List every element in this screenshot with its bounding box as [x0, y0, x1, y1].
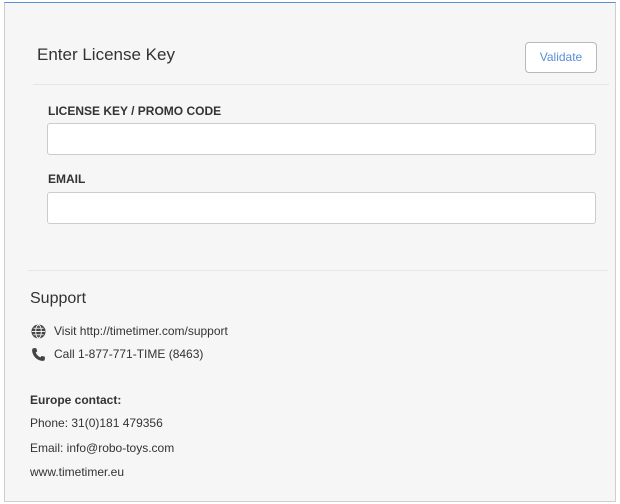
validate-button[interactable]: Validate — [525, 42, 597, 73]
globe-icon — [30, 323, 46, 339]
support-web-row: Visit http://timetimer.com/support — [30, 322, 228, 340]
europe-email: Email: info@robo-toys.com — [30, 441, 175, 455]
license-card-title: Enter License Key — [37, 45, 175, 64]
europe-contact-heading: Europe contact: — [30, 393, 122, 407]
email-input[interactable] — [47, 192, 596, 224]
license-key-label: LICENSE KEY / PROMO CODE — [48, 104, 222, 118]
support-phone-text: Call 1-877-771-TIME (8463) — [54, 347, 204, 361]
support-title: Support — [30, 290, 87, 307]
email-label: EMAIL — [48, 172, 86, 186]
license-key-input[interactable] — [47, 123, 596, 155]
europe-website: www.timetimer.eu — [30, 465, 125, 479]
license-card-header: Enter License Key Validate — [33, 27, 609, 85]
support-phone-row: Call 1-877-771-TIME (8463) — [30, 345, 203, 363]
phone-icon — [30, 346, 46, 362]
section-divider — [28, 270, 608, 271]
europe-phone: Phone: 31(0)181 479356 — [30, 416, 163, 430]
support-web-text: Visit http://timetimer.com/support — [54, 324, 228, 338]
